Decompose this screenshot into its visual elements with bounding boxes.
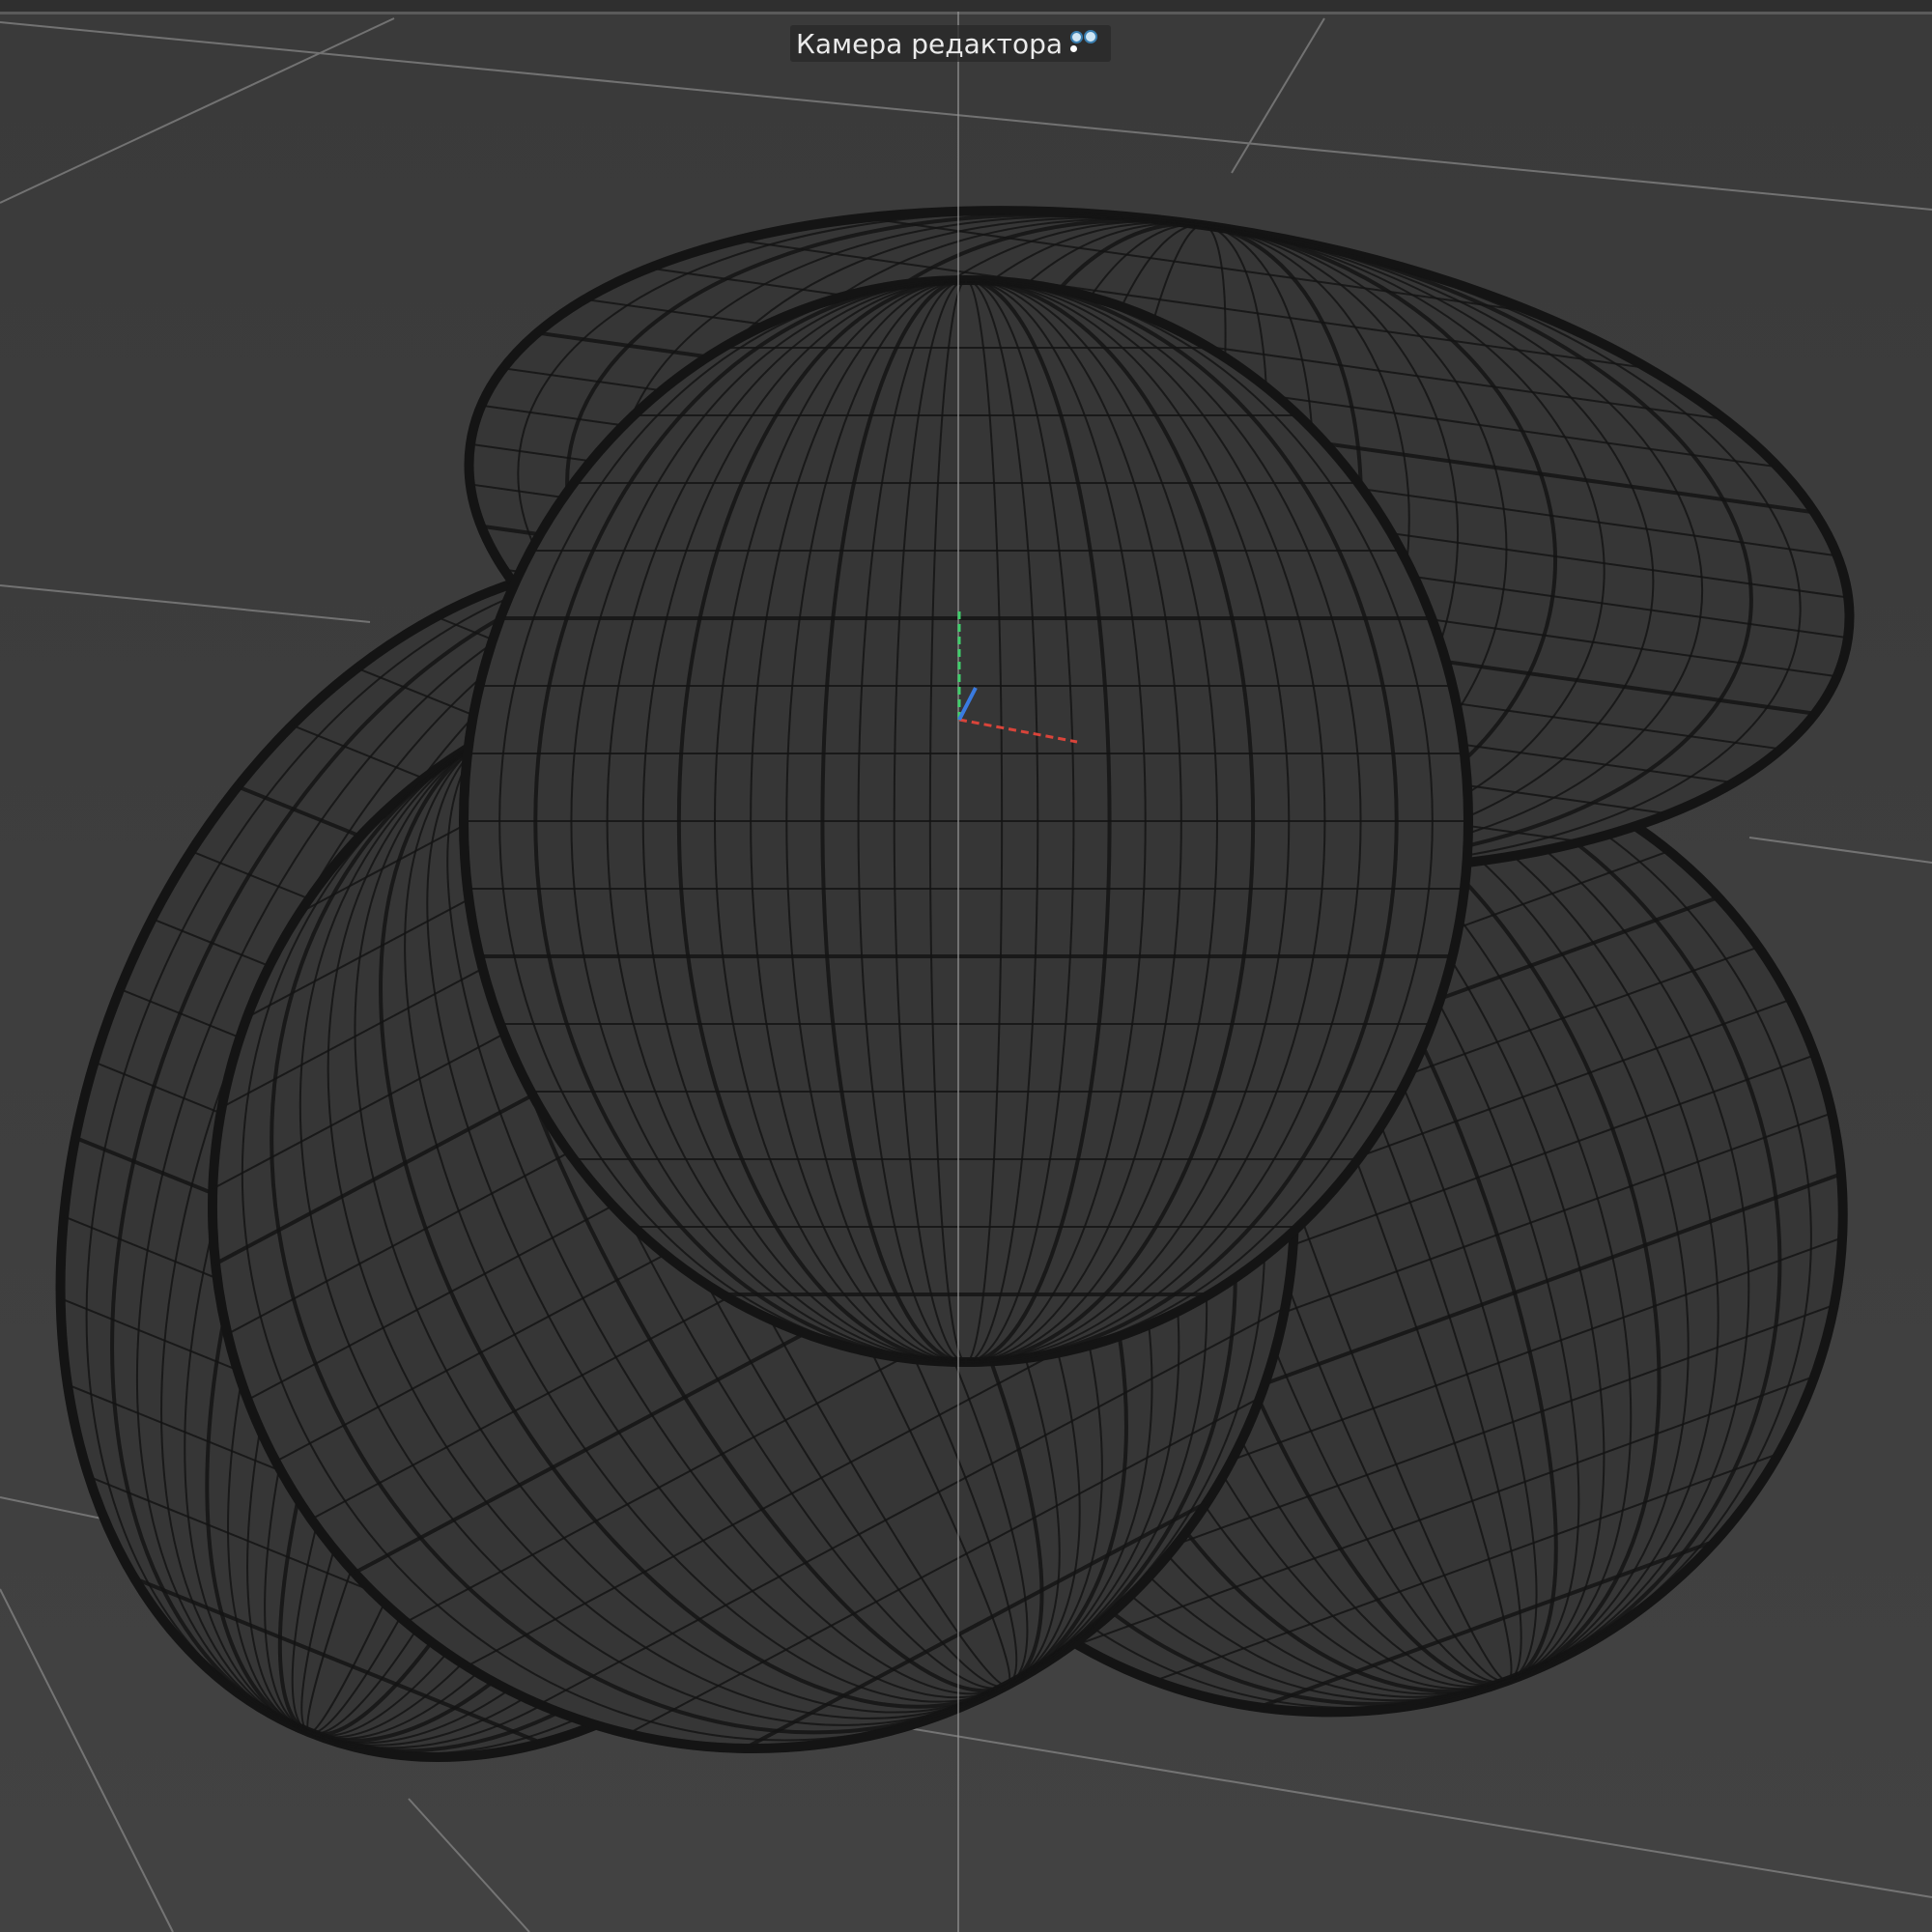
- camera-settings-icon[interactable]: [1068, 29, 1103, 58]
- grid-line: [0, 584, 371, 623]
- grid-line: [0, 1588, 174, 1932]
- mesh-part: [459, 275, 1473, 1367]
- grid-line: [408, 1798, 530, 1932]
- 3d-viewport[interactable]: Камера редактора: [0, 0, 1932, 1932]
- grid-line: [1748, 837, 1932, 864]
- viewport-scene[interactable]: [0, 0, 1932, 1932]
- editor-camera-menu[interactable]: Камера редактора: [790, 25, 1112, 62]
- wireframe-mesh: [55, 206, 1855, 1762]
- camera-label: Камера редактора: [796, 27, 1064, 60]
- grid-line: [0, 17, 395, 204]
- grid-line: [849, 1718, 1932, 1898]
